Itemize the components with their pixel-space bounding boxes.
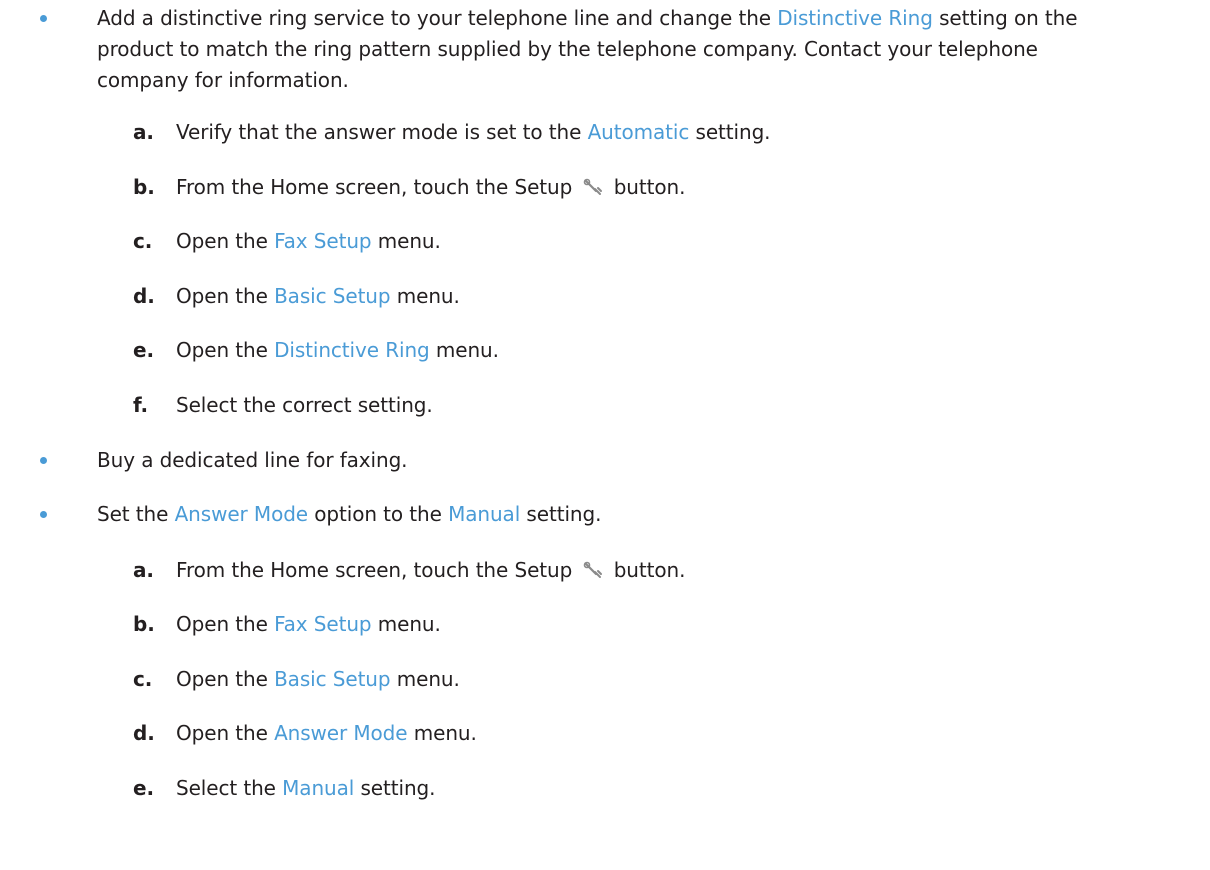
step-letter: a. — [133, 120, 154, 144]
step-letter: c. — [133, 229, 153, 253]
text: product to match the ring pattern suppli… — [97, 37, 1038, 61]
bullet-icon — [40, 457, 47, 464]
text: menu. — [407, 721, 477, 745]
text: button. — [607, 558, 686, 582]
wrench-icon — [584, 561, 603, 578]
text: Set the — [97, 502, 175, 526]
text: menu. — [390, 284, 460, 308]
ui-term: Distinctive Ring — [274, 338, 430, 362]
wrench-icon — [584, 178, 603, 195]
step-letter: e. — [133, 338, 154, 362]
text: Open the — [176, 229, 275, 253]
ui-term: Basic Setup — [274, 284, 391, 308]
text: Open the — [176, 338, 275, 362]
step-letter: a. — [133, 558, 154, 582]
ui-term: Fax Setup — [274, 229, 372, 253]
text: Select the — [176, 776, 283, 800]
text: option to the — [308, 502, 449, 526]
bullet-text: Set the Answer Mode option to the Manual… — [97, 500, 1167, 529]
bullet-icon — [40, 15, 47, 22]
text: setting. — [520, 502, 602, 526]
text: menu. — [429, 338, 499, 362]
ui-term: Answer Mode — [274, 721, 408, 745]
step-letter: d. — [133, 284, 155, 308]
step-letter: e. — [133, 776, 154, 800]
text: Add a distinctive ring service to your t… — [97, 6, 778, 30]
text: menu. — [390, 667, 460, 691]
text: Verify that the answer mode is set to th… — [176, 120, 588, 144]
bullet-text: Add a distinctive ring service to your t… — [97, 4, 1167, 95]
ui-term: Basic Setup — [274, 667, 391, 691]
text: From the Home screen, touch the Setup — [176, 558, 579, 582]
step-letter: d. — [133, 721, 155, 745]
text: company for information. — [97, 68, 349, 92]
text: setting. — [689, 120, 771, 144]
ui-term: Manual — [282, 776, 355, 800]
bullet-icon — [40, 511, 47, 518]
ui-term: Fax Setup — [274, 612, 372, 636]
text: menu. — [371, 612, 441, 636]
text: Open the — [176, 284, 275, 308]
bullet-text: Buy a dedicated line for faxing. — [97, 448, 408, 472]
document-page: Add a distinctive ring service to your t… — [0, 0, 1210, 870]
ui-term: Automatic — [587, 120, 690, 144]
step-letter: b. — [133, 612, 155, 636]
step-letter: f. — [133, 393, 149, 417]
text: Open the — [176, 612, 275, 636]
ui-term: Manual — [448, 502, 521, 526]
ui-term: Distinctive Ring — [777, 6, 933, 30]
step-letter: c. — [133, 667, 153, 691]
step-letter: b. — [133, 175, 155, 199]
text: From the Home screen, touch the Setup — [176, 175, 579, 199]
text: Open the — [176, 667, 275, 691]
text: setting on the — [932, 6, 1078, 30]
text: Select the correct setting. — [176, 393, 433, 417]
text: Open the — [176, 721, 275, 745]
text: setting. — [354, 776, 436, 800]
text: menu. — [371, 229, 441, 253]
ui-term: Answer Mode — [174, 502, 309, 526]
text: button. — [607, 175, 686, 199]
